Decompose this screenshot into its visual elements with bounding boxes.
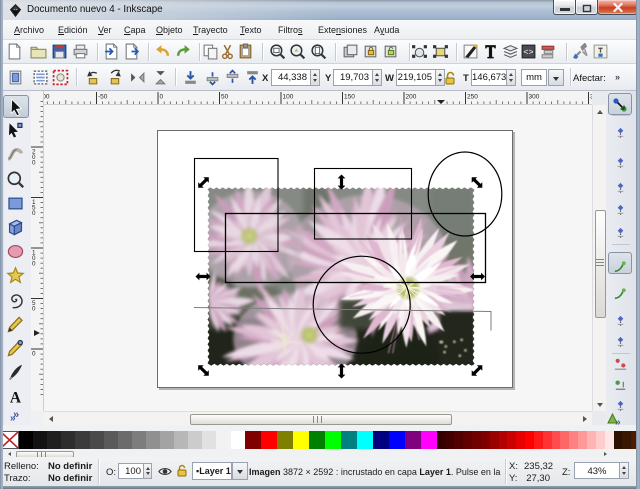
svg-text:300: 300	[529, 94, 540, 101]
svg-text:50: 50	[221, 94, 229, 101]
svg-text:100: 100	[283, 94, 294, 101]
svg-text:0: 0	[32, 261, 36, 268]
svg-text:-50: -50	[98, 94, 108, 101]
svg-text:<>: <>	[523, 48, 533, 58]
svg-text:200: 200	[406, 94, 417, 101]
svg-text:0: 0	[32, 351, 36, 358]
svg-text:250: 250	[467, 94, 478, 101]
svg-text:0: 0	[32, 306, 36, 313]
svg-text:0: 0	[32, 160, 36, 167]
svg-text:-100: -100	[44, 94, 50, 101]
svg-text:150: 150	[344, 94, 355, 101]
svg-text:0: 0	[32, 210, 36, 217]
svg-text:0: 0	[160, 94, 164, 101]
svg-text:350: 350	[590, 94, 592, 101]
svg-text:A: A	[10, 389, 22, 406]
